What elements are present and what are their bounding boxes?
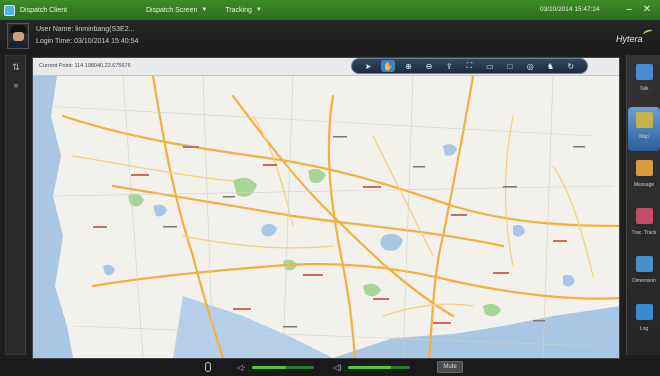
dimension-icon (635, 256, 653, 272)
select-rectangle-icon[interactable]: □ (503, 60, 517, 72)
app-icon (4, 4, 15, 16)
expand-icon[interactable]: » (9, 78, 23, 92)
chevron-down-icon: ▼ (255, 7, 262, 13)
refresh-icon[interactable]: ↻ (564, 60, 578, 72)
nav-item-map[interactable]: Map (628, 107, 660, 151)
locate-icon[interactable]: ♞ (544, 60, 558, 72)
cursor-icon[interactable]: ➤ (361, 60, 375, 72)
export-icon[interactable]: ⇪ (442, 60, 456, 72)
tree-icon[interactable]: ⇅ (9, 60, 23, 74)
audio-control-bar: ◁· ◁) Mute (0, 359, 660, 376)
nav-item-dimension[interactable]: Dimension (628, 251, 660, 295)
user-header: User Name: linminbang(S3E2... Login Time… (0, 20, 660, 54)
map-icon (635, 112, 653, 128)
nav-item-label: Map (639, 134, 649, 140)
coordinate-bar: Current Point: 114.198040,22.675676 ➤ ✋ ⊕ ⊖… (33, 58, 619, 76)
dispatch-client-window: Dispatch Client Dispatch Screen ▼ Tracki… (0, 0, 660, 376)
minimize-icon[interactable]: – (622, 3, 636, 16)
nav-item-label: Log (639, 326, 649, 332)
left-panel: ⇅ » (5, 55, 26, 355)
mute-button[interactable]: Mute (437, 361, 463, 373)
pan-hand-icon[interactable]: ✋ (381, 60, 396, 72)
map-panel: Current Point: 114.198040,22.675676 ➤ ✋ ⊕ ⊖… (32, 57, 620, 359)
map-canvas[interactable] (33, 76, 619, 358)
hytera-logo: Hytera (616, 28, 654, 44)
speaker-volume-icon: ◁) (333, 363, 342, 372)
close-icon[interactable]: ✕ (640, 3, 654, 16)
select-circle-icon[interactable]: ◎ (523, 60, 537, 72)
nav-item-label: Dimension (632, 278, 656, 284)
mic-volume-icon: ◁· (237, 363, 246, 372)
nav-item-trac-track[interactable]: Trac. Track (628, 203, 660, 247)
avatar (7, 23, 29, 49)
map-graphic (33, 76, 619, 358)
mic-volume-slider[interactable] (252, 366, 314, 369)
speaker-volume-slider[interactable] (348, 366, 410, 369)
chevron-down-icon: ▼ (201, 7, 208, 13)
user-name: User Name: linminbang(S3E2... (36, 26, 135, 33)
menu-tracking-label: Tracking (225, 6, 252, 14)
measure-icon[interactable]: ▭ (483, 60, 497, 72)
current-point: Current Point: 114.198040,22.675676 (39, 63, 131, 69)
map-toolbar: ➤ ✋ ⊕ ⊖ ⇪ ⛶ ▭ □ ◎ ♞ ↻ (351, 58, 588, 74)
talk-icon (635, 64, 653, 80)
right-nav-panel: Talk Map Message Trac. Track Dimension Log (626, 55, 660, 355)
menu-dispatch-screen-label: Dispatch Screen (146, 6, 198, 14)
zoom-in-icon[interactable]: ⊕ (402, 60, 416, 72)
login-time: Login Time: 03/10/2014 15:40:54 (36, 38, 139, 45)
nav-item-label: Message (633, 182, 655, 188)
menu-tracking[interactable]: Tracking ▼ (225, 7, 262, 14)
zoom-out-icon[interactable]: ⊖ (422, 60, 436, 72)
datetime: 03/10/2014 15:47:24 (540, 6, 600, 13)
nav-item-talk[interactable]: Talk (628, 59, 660, 103)
log-icon (635, 304, 653, 320)
window-title: Dispatch Client (20, 6, 68, 14)
title-bar: Dispatch Client Dispatch Screen ▼ Tracki… (0, 0, 660, 20)
nav-item-message[interactable]: Message (628, 155, 660, 199)
nav-item-label: Talk (639, 86, 649, 92)
track-icon (635, 208, 653, 224)
nav-item-label: Trac. Track (631, 230, 657, 236)
microphone-icon (205, 362, 211, 372)
menu-dispatch-screen[interactable]: Dispatch Screen ▼ (146, 7, 207, 14)
logo-text: Hytera (616, 34, 643, 44)
fullscreen-icon[interactable]: ⛶ (462, 60, 476, 72)
nav-item-log[interactable]: Log (628, 299, 660, 343)
message-icon (635, 160, 653, 176)
